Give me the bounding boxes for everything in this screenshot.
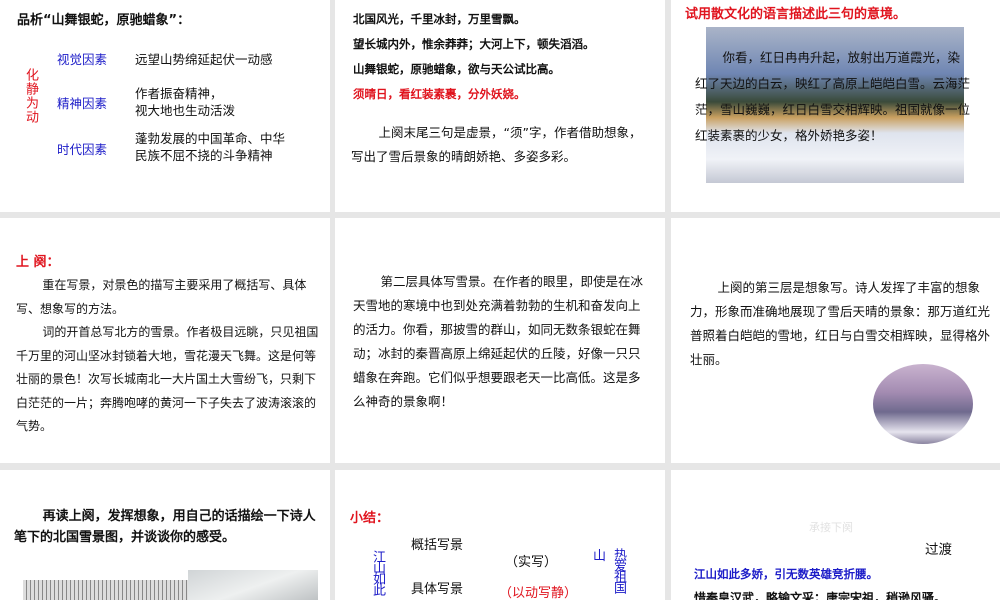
slide-8[interactable]: 小结： 江山如此 概括写景 具体写景 （实写） （以动写静） 山 热爱祖国 [335, 470, 665, 600]
paragraph: 第二层具体写雪景。在作者的眼里，即使是在冰天雪地的寒境中也到处充满着勃勃的生机和… [353, 274, 644, 409]
row-text: 作者振奋精神， 视大地也生动活泼 [135, 86, 236, 118]
calligraphy-painting-image [23, 580, 198, 600]
row-text: 远望山势绵延起伏一动感 [135, 52, 273, 67]
prompt-paragraph: 再读上阕，发挥想象，用自己的话描绘一下诗人笔下的北国雪景图，并谈谈你的感受。 [14, 506, 316, 548]
summary-heading: 小结： [350, 511, 390, 526]
row-label: 时代因素 [57, 142, 108, 157]
slide-heading: 上 阕： [16, 255, 60, 270]
faint-label: 承接下阕 [809, 521, 853, 534]
note-text: 上阕末尾三句是虚景，“须”字，作者借助想象，写出了雪后景象的晴朗娇艳、多姿多彩。 [351, 125, 642, 164]
side-label: 化静为动 [23, 68, 38, 124]
paragraph: 上阕的第三层是想象写。诗人发挥了丰富的想象力，形象而准确地展现了雪后天晴的景象：… [690, 280, 991, 367]
poem-line: 山舞银蛇，原驰蜡象，欲与天公试比高。 [353, 62, 560, 76]
summary-note: （实写） [505, 555, 558, 570]
slide-4[interactable]: 上 阕： 重在写景，对景色的描写主要采用了概括写、具体写、想象写的方法。 词的开… [0, 218, 330, 463]
transition-label: 过渡 [925, 542, 952, 558]
summary-note-highlight: （以动写静） [499, 586, 578, 600]
slide-title: 品析“山舞银蛇，原驰蜡象”： [17, 13, 191, 28]
overlay-text: 你看，红日冉冉升起，放射出万道霞光，染红了天边的白云，映红了高原上皑皑白雪。云海… [695, 50, 971, 143]
slide-6[interactable]: 上阕的第三层是想象写。诗人发挥了丰富的想象力，形象而准确地展现了雪后天晴的景象：… [671, 218, 1000, 463]
poem-line: 北国风光，千里冰封，万里雪飘。 [353, 12, 526, 26]
row-label: 精神因素 [57, 96, 108, 111]
slide-3[interactable]: 试用散文化的语言描述此三句的意境。 你看，红日冉冉升起，放射出万道霞光，染红了天… [671, 0, 1000, 212]
slide-7[interactable]: 再读上阕，发挥想象，用自己的话描绘一下诗人笔下的北国雪景图，并谈谈你的感受。 [0, 470, 330, 600]
slide-5[interactable]: 第二层具体写雪景。在作者的眼里，即使是在冰天雪地的寒境中也到处充满着勃勃的生机和… [335, 218, 665, 463]
poem-line: 望长城内外，惟余莽莽；大河上下，顿失滔滔。 [353, 37, 595, 51]
body-paragraph: 第二层具体写雪景。在作者的眼里，即使是在冰天雪地的寒境中也到处充满着勃勃的生机和… [353, 270, 648, 414]
note-paragraph: 上阕末尾三句是虚景，“须”字，作者借助想象，写出了雪后景象的晴朗娇艳、多姿多彩。 [351, 121, 651, 169]
body-paragraph: 上阕的第三层是想象写。诗人发挥了丰富的想象力，形象而准确地展现了雪后天晴的景象：… [690, 276, 990, 372]
summary-item: 概括写景 [411, 538, 464, 553]
paragraph: 重在写景，对景色的描写主要采用了概括写、具体写、想象写的方法。 [16, 278, 307, 316]
slide-2[interactable]: 北国风光，千里冰封，万里雪飘。 望长城内外，惟余莽莽；大河上下，顿失滔滔。 山舞… [335, 0, 665, 212]
poem-line: 惜秦皇汉武，略输文采；唐宗宋祖，稍逊风骚。 [694, 591, 947, 600]
row-label: 视觉因素 [57, 52, 108, 67]
body-paragraphs: 重在写景，对景色的描写主要采用了概括写、具体写、想象写的方法。 词的开首总写北方… [16, 274, 321, 439]
snow-mountain-image [188, 570, 318, 600]
slide-1[interactable]: 品析“山舞银蛇，原驰蜡象”： 化静为动 视觉因素 远望山势绵延起伏一动感 精神因… [0, 0, 330, 212]
paragraph: 词的开首总写北方的雪景。作者极目远眺，只见祖国千万里的河山坚冰封锁着大地，雪花漫… [16, 325, 319, 433]
poem-line-highlight: 须晴日，看红装素裹，分外妖娆。 [353, 87, 526, 101]
snowy-mountain-oval-image [873, 364, 973, 444]
prompt-text: 再读上阕，发挥想象，用自己的话描绘一下诗人笔下的北国雪景图，并谈谈你的感受。 [14, 509, 316, 545]
right-label: 山 [593, 549, 607, 564]
slide-9[interactable]: 承接下阕 过渡 江山如此多娇，引无数英雄竞折腰。 惜秦皇汉武，略输文采；唐宗宋祖… [671, 470, 1000, 600]
left-vertical-label: 江山如此 [370, 550, 385, 594]
right-vertical-label: 热爱祖国 [611, 548, 626, 592]
slide-title: 试用散文化的语言描述此三句的意境。 [685, 7, 907, 22]
poem-line-highlight: 江山如此多娇，引无数英雄竞折腰。 [694, 567, 878, 581]
row-text: 蓬勃发展的中国革命、中华 民族不屈不挠的斗争精神 [135, 131, 286, 163]
overlay-paragraph: 你看，红日冉冉升起，放射出万道霞光，染红了天边的白云，映红了高原上皑皑白雪。云海… [695, 45, 970, 149]
summary-item: 具体写景 [411, 582, 464, 597]
